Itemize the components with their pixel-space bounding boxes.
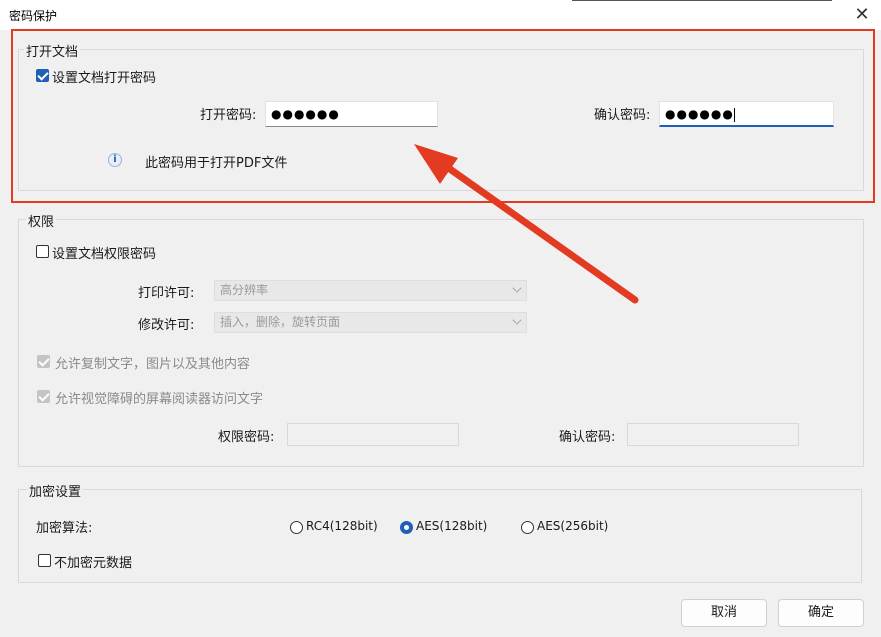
annotation-arrow (414, 144, 639, 304)
annotation-arrow-head (414, 144, 458, 184)
annotation-arrow-shaft (436, 158, 639, 304)
